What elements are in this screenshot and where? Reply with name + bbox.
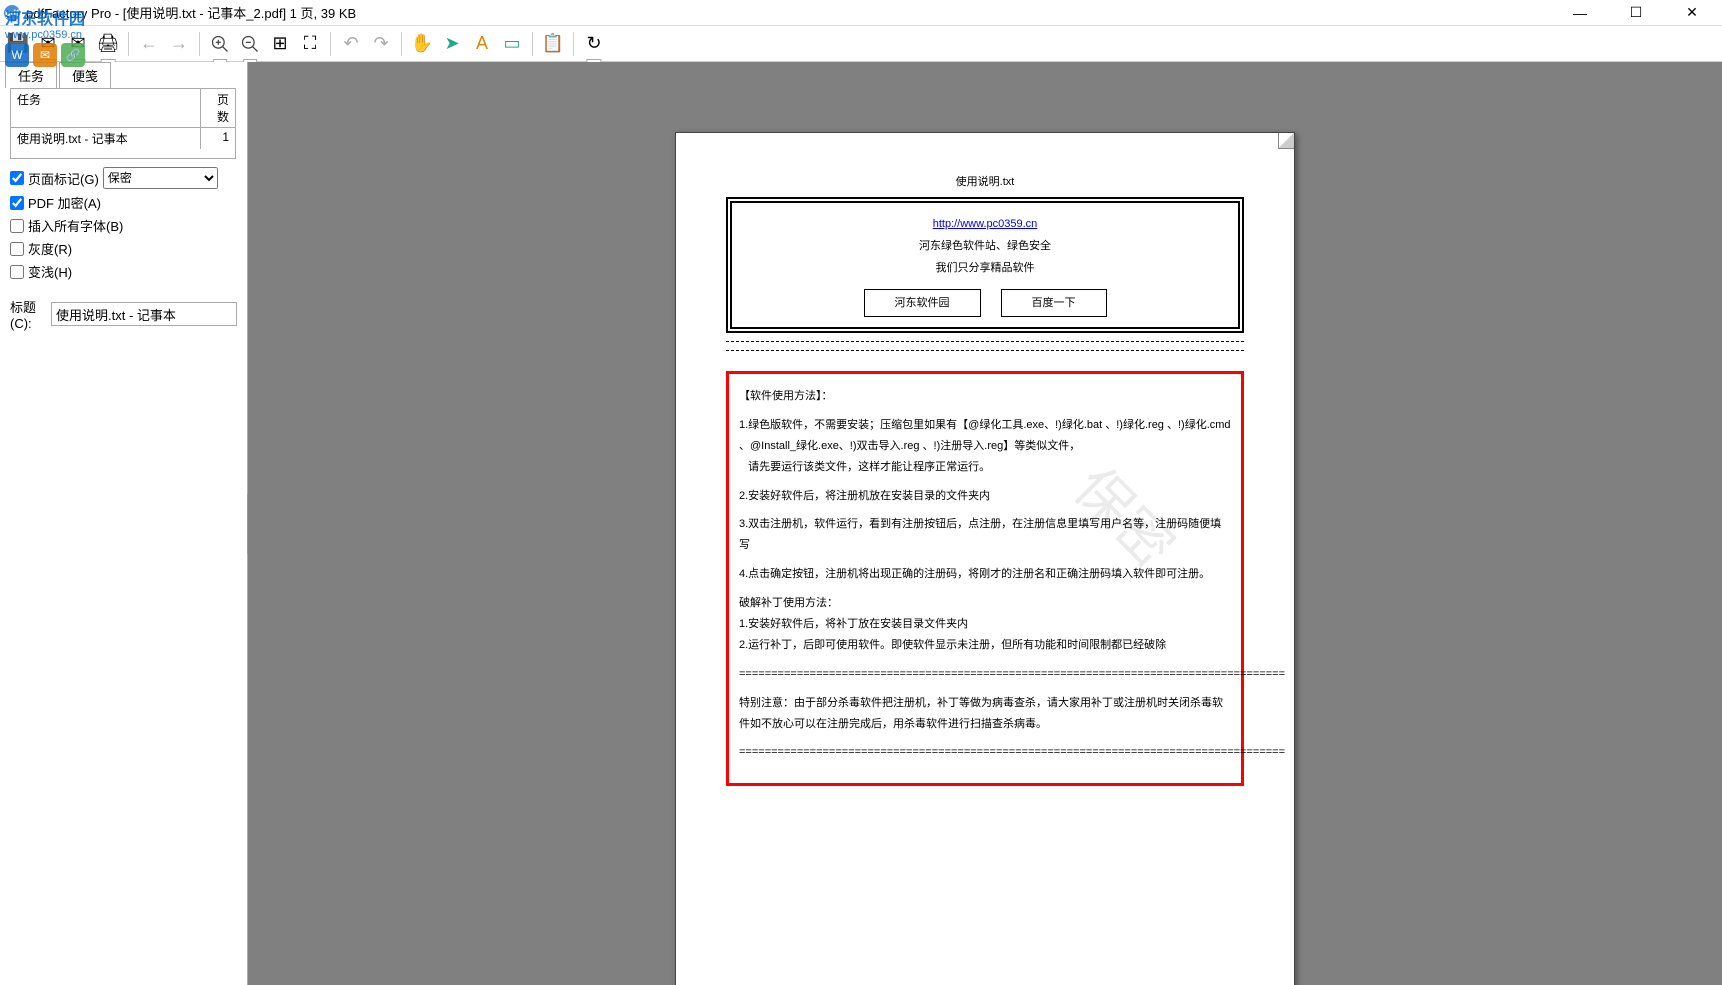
pdf-page: 保密 使用说明.txt http://www.pc0359.cn 河东绿色软件站… [675, 132, 1295, 985]
text-tool-button[interactable]: A [468, 30, 496, 58]
toolbar: 💾 ✉E ✉S 🖨P ← → + − ⊞ ⛶ ↶ ↷ ✋ ➤ A ▭ 📋 ↻R [0, 26, 1722, 62]
zoom-in-button[interactable]: + [206, 30, 234, 58]
save-button[interactable]: 💾 [4, 30, 32, 58]
col-pages-header: 页数 [201, 89, 235, 127]
grayscale-label: 灰度(R) [28, 239, 72, 258]
fit-page-button[interactable]: ⛶ [296, 30, 324, 58]
tab-task[interactable]: 任务 [5, 62, 57, 88]
site-name-box: 河东软件园 [864, 289, 981, 317]
thumbnail-grid-button[interactable]: ⊞ [266, 30, 294, 58]
task-row[interactable]: 使用说明.txt - 记事本 1 [11, 128, 235, 149]
app-icon: pdf [4, 5, 20, 21]
page-mark-select[interactable]: 保密 [103, 167, 218, 189]
pdf-viewer[interactable]: 保密 使用说明.txt http://www.pc0359.cn 河东绿色软件站… [248, 62, 1722, 985]
doc-filename: 使用说明.txt [726, 173, 1244, 189]
baidu-box: 百度一下 [1001, 289, 1107, 317]
hand-tool-button[interactable]: ✋ [408, 30, 436, 58]
tab-notes[interactable]: 便笺 [59, 62, 111, 88]
site-url: http://www.pc0359.cn [933, 218, 1038, 230]
zoom-out-button[interactable]: − [236, 30, 264, 58]
pdf-encrypt-label: PDF 加密(A) [28, 193, 101, 212]
embed-fonts-checkbox[interactable] [10, 219, 24, 233]
task-table: 任务 页数 使用说明.txt - 记事本 1 [10, 88, 236, 159]
redo-button[interactable]: ↷ [367, 30, 395, 58]
close-button[interactable]: ✕ [1674, 3, 1710, 23]
shallow-label: 变浅(H) [28, 262, 72, 281]
send2-button[interactable]: ✉S [64, 30, 92, 58]
title-input[interactable] [51, 302, 237, 326]
header-box: http://www.pc0359.cn 河东绿色软件站、绿色安全 我们只分享精… [726, 197, 1244, 333]
embed-fonts-label: 插入所有字体(B) [28, 216, 123, 235]
page-mark-checkbox[interactable] [10, 171, 24, 185]
page-mark-label: 页面标记(G) [28, 169, 99, 188]
rotate-button[interactable]: ↻R [580, 30, 608, 58]
send-button[interactable]: ✉E [34, 30, 62, 58]
title-label: 标题(C): [10, 297, 45, 331]
grayscale-checkbox[interactable] [10, 242, 24, 256]
select-tool-button[interactable]: ➤ [438, 30, 466, 58]
area-tool-button[interactable]: ▭ [498, 30, 526, 58]
titlebar: pdf pdfFactory Pro - [使用说明.txt - 记事本_2.p… [0, 0, 1722, 26]
back-button[interactable]: ← [135, 30, 163, 58]
pdf-encrypt-checkbox[interactable] [10, 196, 24, 210]
sidebar: 任务 便笺 任务 页数 使用说明.txt - 记事本 1 页面标记(G) 保密 [0, 62, 248, 985]
page-corner-icon [1278, 133, 1294, 149]
minimize-button[interactable]: — [1562, 3, 1598, 23]
shallow-checkbox[interactable] [10, 265, 24, 279]
maximize-button[interactable]: ☐ [1618, 3, 1654, 23]
forward-button[interactable]: → [165, 30, 193, 58]
undo-button[interactable]: ↶ [337, 30, 365, 58]
col-task-header: 任务 [11, 89, 201, 127]
window-title: pdfFactory Pro - [使用说明.txt - 记事本_2.pdf] … [26, 3, 1562, 22]
print-button[interactable]: 🖨P [94, 30, 122, 58]
instructions-box: 【软件使用方法】： 1.绿色版软件，不需要安装；压缩包里如果有【@绿化工具.ex… [726, 371, 1244, 786]
snapshot-button[interactable]: 📋 [539, 30, 567, 58]
